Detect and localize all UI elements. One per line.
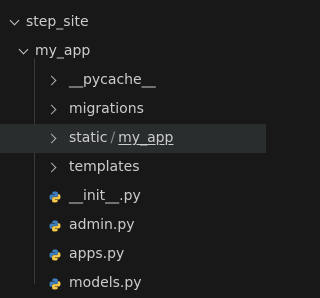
compact-folder-label: static / my_app [69, 124, 173, 153]
tree-item-migrations[interactable]: migrations [0, 95, 266, 124]
tree-item-init-py[interactable]: __init__.py [0, 182, 266, 211]
tree-item-my-app[interactable]: my_app [0, 37, 266, 66]
tree-item-templates[interactable]: templates [0, 153, 266, 182]
chevron-right-icon [44, 153, 58, 182]
path-separator: / [110, 130, 116, 146]
python-icon [48, 182, 62, 211]
compact-folder-segment-my-app[interactable]: my_app [118, 130, 173, 146]
compact-folder-segment-static[interactable]: static [69, 130, 107, 146]
tree-item-label: apps.py [69, 246, 125, 262]
tree-item-step-site[interactable]: step_site [0, 8, 266, 37]
tree-item-label: migrations [69, 101, 144, 117]
tree-item-pycache[interactable]: __pycache__ [0, 66, 266, 95]
tree-item-label: step_site [26, 14, 89, 30]
chevron-down-icon [7, 8, 21, 37]
tree-item-label: my_app [35, 43, 91, 59]
chevron-right-icon [44, 124, 58, 153]
tree-item-label: templates [69, 159, 140, 175]
python-icon [48, 211, 62, 240]
chevron-right-icon [44, 95, 58, 124]
file-explorer: step_site my_app __pycache__ migrations … [0, 0, 266, 291]
tree-item-label: __init__.py [69, 188, 141, 204]
chevron-down-icon [16, 37, 30, 66]
tree-item-admin-py[interactable]: admin.py [0, 211, 266, 240]
python-icon [48, 240, 62, 269]
tree-item-static-my-app[interactable]: static / my_app [0, 124, 266, 153]
chevron-right-icon [44, 66, 58, 95]
tree-item-label: admin.py [69, 217, 135, 233]
tree-item-label: __pycache__ [69, 72, 156, 88]
tree-item-apps-py[interactable]: apps.py [0, 240, 266, 269]
